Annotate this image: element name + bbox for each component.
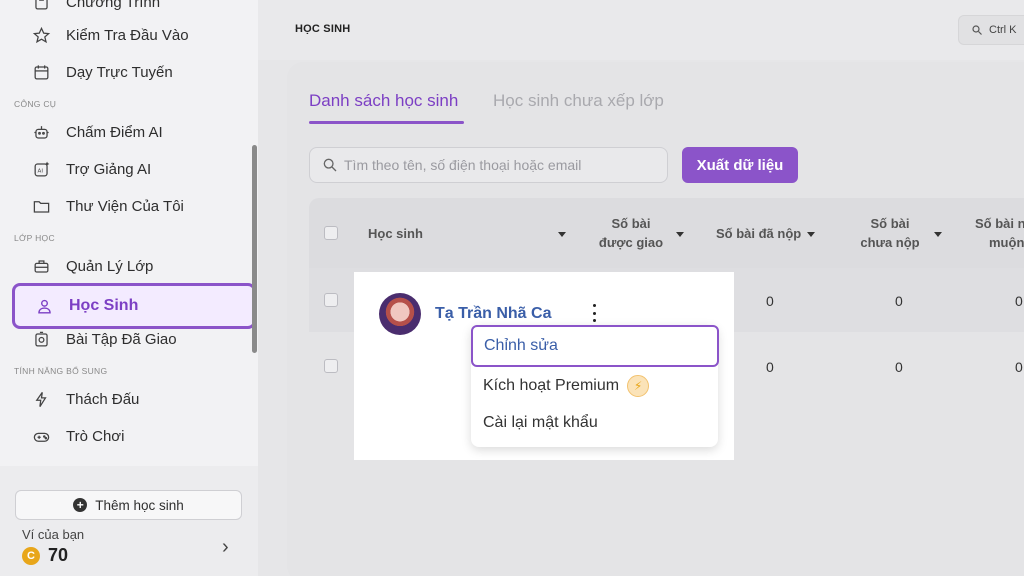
menu-item-label: Kích hoạt Premium bbox=[483, 377, 620, 395]
sidebar-item-entrance-test[interactable]: Kiểm Tra Đầu Vào bbox=[14, 17, 256, 53]
sort-arrow-icon[interactable] bbox=[670, 224, 684, 243]
cell-late: 0 bbox=[1015, 359, 1023, 375]
sidebar-nav: Chương Trình Kiểm Tra Đầu Vào Dạy Trực T… bbox=[0, 0, 258, 468]
robot-icon bbox=[30, 121, 52, 143]
assignment-icon bbox=[30, 328, 52, 350]
column-header-submitted[interactable]: Số bài đã nộp bbox=[716, 224, 816, 243]
briefcase-icon bbox=[30, 255, 52, 277]
search-icon bbox=[972, 25, 982, 35]
search-icon bbox=[323, 158, 337, 172]
avatar bbox=[379, 293, 421, 335]
sidebar-item-my-library[interactable]: Thư Viện Của Tôi bbox=[14, 188, 256, 224]
sidebar-item-label: Bài Tập Đã Giao bbox=[66, 330, 177, 348]
page-title: HỌC SINH bbox=[295, 23, 351, 35]
wallet-label: Ví của bạn bbox=[22, 527, 85, 542]
cell-submitted: 0 bbox=[766, 359, 774, 375]
column-header-not-submitted[interactable]: Số bài chưa nộp bbox=[855, 214, 925, 252]
column-label: Số bài bbox=[611, 216, 651, 231]
lightning-icon bbox=[30, 388, 52, 410]
cell-not-submitted: 0 bbox=[895, 359, 903, 375]
column-label: Học sinh bbox=[368, 226, 423, 241]
sidebar-scrollbar[interactable] bbox=[252, 145, 257, 353]
column-label: muộn bbox=[989, 235, 1024, 250]
sidebar-item-label: Trợ Giảng AI bbox=[66, 160, 152, 178]
cell-late: 0 bbox=[1015, 293, 1023, 309]
sidebar-item-label: Học Sinh bbox=[69, 297, 139, 314]
chevron-right-icon[interactable]: › bbox=[222, 536, 229, 559]
section-label-class: LỚP HỌC bbox=[14, 233, 55, 243]
column-label: được giao bbox=[598, 235, 664, 250]
menu-item-activate-premium[interactable]: Kích hoạt Premium ⚡ bbox=[483, 375, 650, 397]
sidebar-item-assigned-work[interactable]: Bài Tập Đã Giao bbox=[14, 321, 256, 357]
svg-text:AI: AI bbox=[37, 168, 43, 174]
column-label: chưa nộp bbox=[860, 235, 920, 250]
ai-sparkle-icon: AI bbox=[30, 158, 52, 180]
sidebar-item-ai-grading[interactable]: Chấm Điểm AI bbox=[14, 114, 256, 150]
cell-submitted: 0 bbox=[766, 293, 774, 309]
column-header-late[interactable]: Số bài n muộn bbox=[975, 214, 1024, 252]
sidebar-item-challenge[interactable]: Thách Đấu bbox=[14, 381, 256, 417]
select-all-checkbox[interactable] bbox=[324, 226, 338, 240]
sidebar-item-class-management[interactable]: Quản Lý Lớp bbox=[14, 248, 256, 284]
cell-not-submitted: 0 bbox=[895, 293, 903, 309]
section-label-tools: CÔNG CỤ bbox=[14, 99, 57, 109]
wallet-balance: C 70 bbox=[22, 545, 68, 566]
sidebar-item-ai-assistant[interactable]: AI Trợ Giảng AI bbox=[14, 151, 256, 187]
star-icon bbox=[30, 24, 52, 46]
topbar bbox=[258, 0, 1024, 60]
export-data-button[interactable]: Xuất dữ liệu bbox=[682, 147, 798, 183]
sidebar-item-label: Chấm Điểm AI bbox=[66, 123, 163, 141]
active-tab-indicator bbox=[309, 121, 464, 124]
sidebar-item-games[interactable]: Trò Chơi bbox=[14, 418, 256, 454]
sidebar-item-online-teaching[interactable]: Dạy Trực Tuyến bbox=[14, 54, 256, 90]
sidebar-item-label: Dạy Trực Tuyến bbox=[66, 63, 173, 81]
coin-icon: C bbox=[22, 546, 40, 565]
gamepad-icon bbox=[30, 425, 52, 447]
tab-student-list[interactable]: Danh sách học sinh bbox=[309, 91, 458, 111]
menu-item-reset-password[interactable]: Cài lại mật khẩu bbox=[483, 414, 598, 432]
more-options-icon[interactable] bbox=[589, 304, 599, 322]
column-label: Số bài n bbox=[975, 216, 1024, 231]
shortcut-label: Ctrl K bbox=[989, 24, 1017, 36]
row-checkbox[interactable] bbox=[324, 359, 338, 373]
folder-icon bbox=[30, 195, 52, 217]
sidebar-item-label: Chương Trình bbox=[66, 0, 161, 11]
column-label: Số bài bbox=[870, 216, 910, 231]
sort-arrow-icon bbox=[807, 232, 816, 238]
command-search-button[interactable]: Ctrl K bbox=[958, 15, 1024, 45]
column-header-student[interactable]: Học sinh bbox=[368, 224, 423, 243]
plus-icon: + bbox=[73, 498, 88, 512]
search-input[interactable] bbox=[344, 157, 644, 173]
lightning-icon: ⚡ bbox=[627, 375, 650, 397]
student-name-link[interactable]: Tạ Trần Nhã Ca bbox=[435, 305, 551, 323]
sidebar-item-label: Thư Viện Của Tôi bbox=[66, 197, 184, 215]
column-header-assigned[interactable]: Số bài được giao bbox=[596, 214, 666, 252]
sidebar-item-label: Trò Chơi bbox=[66, 427, 125, 445]
sidebar-item-label: Kiểm Tra Đầu Vào bbox=[66, 26, 189, 44]
sidebar-item-label: Quản Lý Lớp bbox=[66, 257, 154, 275]
sidebar: Chương Trình Kiểm Tra Đầu Vào Dạy Trực T… bbox=[0, 0, 258, 576]
row-checkbox[interactable] bbox=[324, 293, 338, 307]
student-search bbox=[309, 147, 668, 183]
students-icon bbox=[33, 295, 55, 317]
add-student-label: Thêm học sinh bbox=[95, 497, 184, 513]
wallet-amount: 70 bbox=[48, 545, 69, 565]
tab-unassigned-students[interactable]: Học sinh chưa xếp lớp bbox=[493, 91, 664, 111]
sort-arrow-icon[interactable] bbox=[928, 224, 942, 243]
sidebar-item-label: Thách Đấu bbox=[66, 390, 140, 408]
curriculum-icon bbox=[30, 0, 52, 13]
column-label: Số bài đã nộp bbox=[716, 226, 802, 241]
add-student-button[interactable]: + Thêm học sinh bbox=[15, 490, 242, 520]
menu-item-edit[interactable]: Chỉnh sửa bbox=[471, 325, 719, 367]
sort-arrow-icon[interactable] bbox=[552, 224, 566, 243]
section-label-extra: TÍNH NĂNG BỔ SUNG bbox=[14, 366, 108, 376]
calendar-icon bbox=[30, 61, 52, 83]
